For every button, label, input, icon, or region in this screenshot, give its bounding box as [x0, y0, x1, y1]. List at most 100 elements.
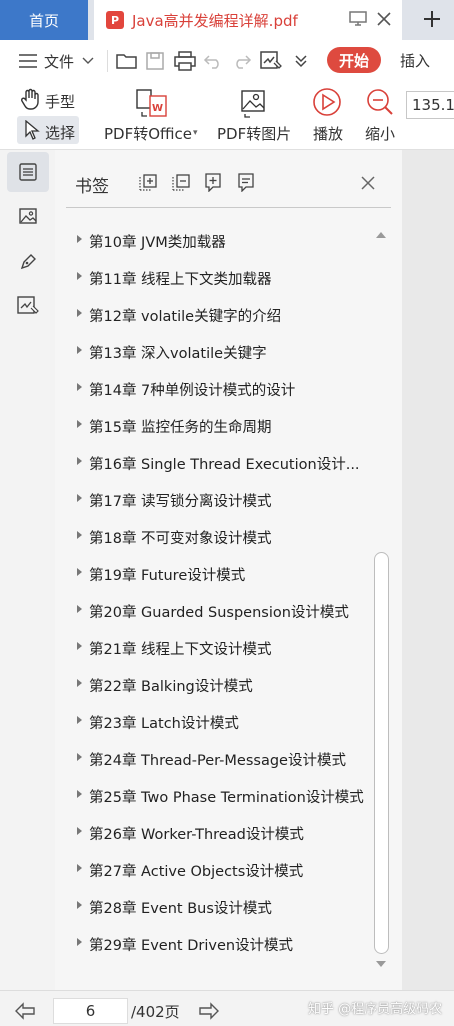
expand-arrow-icon[interactable] — [77, 827, 82, 835]
expand-arrow-icon[interactable] — [77, 309, 82, 317]
hand-icon — [21, 88, 39, 110]
bookmark-item[interactable]: 第16章 Single Thread Execution设计... — [66, 444, 372, 481]
new-tab-icon[interactable] — [421, 8, 443, 30]
bookmark-label: 第22章 Balking设计模式 — [89, 679, 253, 695]
bookmark-list: 第10章 JVM类加载器 第11章 线程上下文类加载器 第12章 volatil… — [66, 222, 372, 974]
bookmark-item[interactable]: 第27章 Active Objects设计模式 — [66, 851, 372, 888]
arrow-left-icon — [15, 1002, 35, 1020]
print-button[interactable] — [174, 48, 196, 74]
document-view[interactable] — [402, 150, 454, 990]
bookmark-item[interactable]: 第29章 Event Driven设计模式 — [66, 925, 372, 962]
bookmark-item[interactable]: 第22章 Balking设计模式 — [66, 666, 372, 703]
double-chevron-down-icon — [295, 55, 307, 68]
expand-arrow-icon[interactable] — [77, 679, 82, 687]
bookmark-label: 第14章 7种单例设计模式的设计 — [89, 383, 296, 399]
divider — [107, 50, 108, 72]
pdf-to-office-dropdown-icon[interactable]: ▾ — [193, 128, 198, 138]
file-menu[interactable]: 文件 — [18, 48, 94, 74]
bookmark-scrollbar[interactable] — [372, 222, 391, 977]
expand-arrow-icon[interactable] — [77, 790, 82, 798]
hand-tool-button[interactable] — [20, 88, 42, 114]
bookmark-item[interactable]: 第23章 Latch设计模式 — [66, 703, 372, 740]
expand-arrow-icon[interactable] — [77, 605, 82, 613]
bookmark-item[interactable]: 第26章 Worker-Thread设计模式 — [66, 814, 372, 851]
save-button[interactable] — [145, 48, 165, 74]
bookmark-item[interactable]: 第14章 7种单例设计模式的设计 — [66, 370, 372, 407]
collapse-all-button[interactable] — [171, 172, 191, 192]
bookmark-item[interactable]: 第10章 JVM类加载器 — [66, 222, 372, 259]
expand-arrow-icon[interactable] — [77, 938, 82, 946]
zoom-out-icon — [367, 89, 393, 115]
expand-arrow-icon[interactable] — [77, 901, 82, 909]
pdf-to-office-icon: W — [136, 89, 167, 117]
tab-insert[interactable]: 插入 — [400, 50, 430, 71]
annotations-panel-button[interactable] — [7, 242, 49, 282]
bookmark-item[interactable]: 第11章 线程上下文类加载器 — [66, 259, 372, 296]
signature-icon — [260, 51, 282, 69]
bookmark-item[interactable]: 第21章 线程上下文设计模式 — [66, 629, 372, 666]
expand-arrow-icon[interactable] — [77, 346, 82, 354]
next-page-button[interactable] — [198, 1002, 220, 1024]
bookmark-label: 第23章 Latch设计模式 — [89, 716, 239, 732]
window-mode-icon[interactable] — [347, 8, 369, 30]
open-folder-button[interactable] — [116, 48, 138, 74]
bookmark-label: 第15章 监控任务的生命周期 — [89, 420, 272, 436]
sign-button[interactable] — [260, 48, 282, 74]
bookmarks-panel-button[interactable] — [7, 152, 49, 192]
tab-start[interactable]: 开始 — [327, 47, 381, 73]
pdf-to-image-icon — [241, 90, 265, 118]
edit-bookmark-button[interactable] — [236, 172, 256, 193]
scrollbar-thumb[interactable] — [374, 552, 389, 954]
expand-arrow-icon[interactable] — [77, 420, 82, 428]
bookmark-item[interactable]: 第19章 Future设计模式 — [66, 555, 372, 592]
expand-arrow-icon[interactable] — [77, 383, 82, 391]
tab-home[interactable]: 首页 — [0, 0, 88, 40]
more-dropdown[interactable] — [294, 48, 308, 74]
play-button[interactable] — [312, 87, 342, 121]
bookmark-label: 第27章 Active Objects设计模式 — [89, 864, 304, 880]
undo-button[interactable] — [203, 48, 223, 74]
bookmark-item[interactable]: 第15章 监控任务的生命周期 — [66, 407, 372, 444]
bookmark-label: 第11章 线程上下文类加载器 — [89, 272, 272, 288]
bookmark-item[interactable]: 第28章 Event Bus设计模式 — [66, 888, 372, 925]
pdf-file-icon: P — [106, 11, 124, 29]
bookmark-item[interactable]: 第17章 读写锁分离设计模式 — [66, 481, 372, 518]
signatures-panel-button[interactable] — [7, 286, 49, 326]
hamburger-icon — [19, 54, 37, 68]
redo-button[interactable] — [232, 48, 252, 74]
bookmark-item[interactable]: 第25章 Two Phase Termination设计模式 — [66, 777, 372, 814]
pdf-to-office-button[interactable]: W — [134, 86, 170, 124]
bookmark-item[interactable]: 第12章 volatile关键字的介绍 — [66, 296, 372, 333]
close-panel-button[interactable] — [360, 175, 376, 191]
expand-arrow-icon[interactable] — [77, 642, 82, 650]
thumbnails-panel-button[interactable] — [7, 196, 49, 236]
chevron-down-icon — [82, 57, 94, 64]
expand-arrow-icon[interactable] — [77, 235, 82, 243]
bookmark-item[interactable]: 第18章 不可变对象设计模式 — [66, 518, 372, 555]
bookmark-label: 第10章 JVM类加载器 — [89, 235, 226, 251]
bookmark-item[interactable]: 第13章 深入volatile关键字 — [66, 333, 372, 370]
expand-arrow-icon[interactable] — [77, 568, 82, 576]
expand-arrow-icon[interactable] — [77, 753, 82, 761]
expand-arrow-icon[interactable] — [77, 494, 82, 502]
expand-arrow-icon[interactable] — [77, 864, 82, 872]
expand-arrow-icon[interactable] — [77, 272, 82, 280]
close-icon — [361, 176, 375, 190]
add-bookmark-button[interactable] — [203, 172, 223, 193]
hand-tool-label: 手型 — [45, 93, 76, 111]
scroll-down-icon[interactable] — [376, 961, 386, 967]
expand-arrow-icon[interactable] — [77, 716, 82, 724]
zoom-out-button[interactable] — [365, 87, 395, 121]
pdf-to-image-button[interactable] — [239, 88, 267, 122]
close-tab-icon[interactable] — [373, 8, 395, 30]
bookmark-label: 第13章 深入volatile关键字 — [89, 346, 267, 362]
page-number-input[interactable]: 6 — [53, 998, 128, 1024]
expand-arrow-icon[interactable] — [77, 531, 82, 539]
expand-arrow-icon[interactable] — [77, 457, 82, 465]
zoom-input[interactable]: 135.19 — [406, 91, 454, 119]
bookmark-item[interactable]: 第24章 Thread-Per-Message设计模式 — [66, 740, 372, 777]
bookmark-item[interactable]: 第20章 Guarded Suspension设计模式 — [66, 592, 372, 629]
scroll-up-icon[interactable] — [376, 232, 386, 238]
expand-all-button[interactable] — [138, 172, 158, 192]
previous-page-button[interactable] — [14, 1002, 36, 1024]
